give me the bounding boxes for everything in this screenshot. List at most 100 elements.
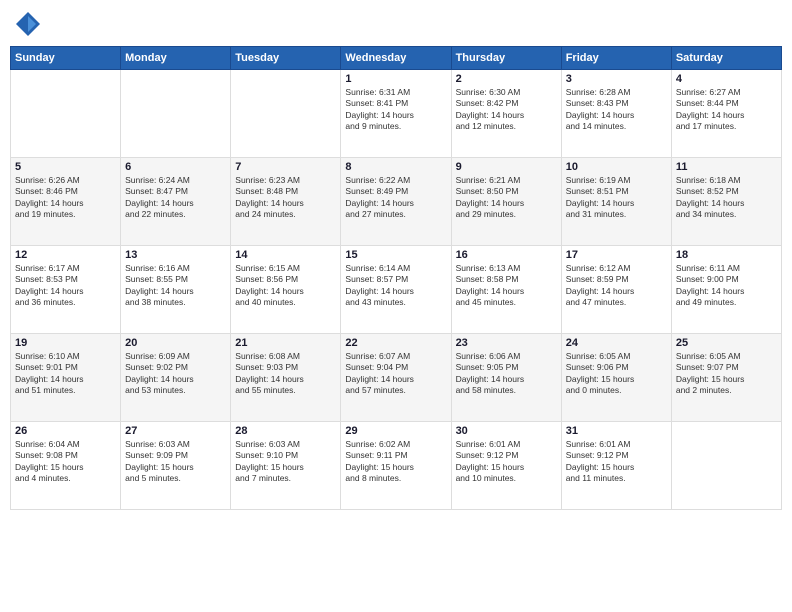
day-number: 16 [456,249,557,261]
cell-content: Sunrise: 6:02 AM Sunset: 9:11 PM Dayligh… [345,439,446,485]
cell-content: Sunrise: 6:05 AM Sunset: 9:06 PM Dayligh… [566,351,667,397]
cell-content: Sunrise: 6:17 AM Sunset: 8:53 PM Dayligh… [15,263,116,309]
cell-content: Sunrise: 6:23 AM Sunset: 8:48 PM Dayligh… [235,175,336,221]
day-number: 3 [566,73,667,85]
calendar-cell: 31Sunrise: 6:01 AM Sunset: 9:12 PM Dayli… [561,422,671,510]
calendar-week-4: 19 Sunrise: 6:10 AM Sunset: 9:01 PM Dayli… [11,334,782,422]
calendar-cell: 19 Sunrise: 6:10 AM Sunset: 9:01 PM Dayli… [11,334,121,422]
day-number: 13 [125,249,226,261]
day-number: 6 [125,161,226,173]
day-number: 11 [676,161,777,173]
calendar-cell: 18 Sunrise: 6:11 AM Sunset: 9:00 PM Dayli… [671,246,781,334]
calendar-cell: 3 Sunrise: 6:28 AM Sunset: 8:43 PM Daylig… [561,70,671,158]
calendar-cell: 29 Sunrise: 6:02 AM Sunset: 9:11 PM Dayli… [341,422,451,510]
calendar-cell: 24 Sunrise: 6:05 AM Sunset: 9:06 PM Dayli… [561,334,671,422]
day-number: 18 [676,249,777,261]
cell-content: Sunrise: 6:03 AM Sunset: 9:09 PM Dayligh… [125,439,226,485]
cell-content: Sunrise: 6:24 AM Sunset: 8:47 PM Dayligh… [125,175,226,221]
calendar-cell: 17 Sunrise: 6:12 AM Sunset: 8:59 PM Dayli… [561,246,671,334]
calendar-cell: 11Sunrise: 6:18 AM Sunset: 8:52 PM Dayli… [671,158,781,246]
calendar-cell: 1 Sunrise: 6:31 AM Sunset: 8:41 PM Daylig… [341,70,451,158]
calendar: SundayMondayTuesdayWednesdayThursdayFrid… [10,46,782,510]
calendar-cell [11,70,121,158]
cell-content: Sunrise: 6:01 AM Sunset: 9:12 PM Dayligh… [566,439,667,485]
cell-content: Sunrise: 6:21 AM Sunset: 8:50 PM Dayligh… [456,175,557,221]
cell-content: Sunrise: 6:13 AM Sunset: 8:58 PM Dayligh… [456,263,557,309]
day-of-week-tuesday: Tuesday [231,47,341,70]
day-number: 28 [235,425,336,437]
calendar-cell [121,70,231,158]
cell-content: Sunrise: 6:26 AM Sunset: 8:46 PM Dayligh… [15,175,116,221]
day-number: 27 [125,425,226,437]
cell-content: Sunrise: 6:03 AM Sunset: 9:10 PM Dayligh… [235,439,336,485]
day-number: 7 [235,161,336,173]
calendar-cell: 12 Sunrise: 6:17 AM Sunset: 8:53 PM Dayli… [11,246,121,334]
calendar-cell: 27 Sunrise: 6:03 AM Sunset: 9:09 PM Dayli… [121,422,231,510]
day-number: 23 [456,337,557,349]
day-number: 20 [125,337,226,349]
calendar-cell: 10 Sunrise: 6:19 AM Sunset: 8:51 PM Dayli… [561,158,671,246]
cell-content: Sunrise: 6:22 AM Sunset: 8:49 PM Dayligh… [345,175,446,221]
cell-content: Sunrise: 6:09 AM Sunset: 9:02 PM Dayligh… [125,351,226,397]
day-number: 2 [456,73,557,85]
cell-content: Sunrise: 6:28 AM Sunset: 8:43 PM Dayligh… [566,87,667,133]
day-number: 12 [15,249,116,261]
day-number: 26 [15,425,116,437]
day-of-week-monday: Monday [121,47,231,70]
cell-content: Sunrise: 6:04 AM Sunset: 9:08 PM Dayligh… [15,439,116,485]
day-of-week-thursday: Thursday [451,47,561,70]
day-number: 25 [676,337,777,349]
calendar-cell: 13 Sunrise: 6:16 AM Sunset: 8:55 PM Dayli… [121,246,231,334]
day-of-week-wednesday: Wednesday [341,47,451,70]
calendar-week-5: 26 Sunrise: 6:04 AM Sunset: 9:08 PM Dayli… [11,422,782,510]
cell-content: Sunrise: 6:11 AM Sunset: 9:00 PM Dayligh… [676,263,777,309]
day-number: 22 [345,337,446,349]
day-number: 17 [566,249,667,261]
calendar-cell: 30 Sunrise: 6:01 AM Sunset: 9:12 PM Dayli… [451,422,561,510]
calendar-cell: 26 Sunrise: 6:04 AM Sunset: 9:08 PM Dayli… [11,422,121,510]
cell-content: Sunrise: 6:14 AM Sunset: 8:57 PM Dayligh… [345,263,446,309]
cell-content: Sunrise: 6:07 AM Sunset: 9:04 PM Dayligh… [345,351,446,397]
calendar-cell: 5 Sunrise: 6:26 AM Sunset: 8:46 PM Daylig… [11,158,121,246]
day-number: 1 [345,73,446,85]
day-number: 10 [566,161,667,173]
calendar-cell: 9 Sunrise: 6:21 AM Sunset: 8:50 PM Daylig… [451,158,561,246]
calendar-cell: 25 Sunrise: 6:05 AM Sunset: 9:07 PM Dayli… [671,334,781,422]
page: SundayMondayTuesdayWednesdayThursdayFrid… [0,0,792,612]
day-number: 29 [345,425,446,437]
calendar-cell: 6 Sunrise: 6:24 AM Sunset: 8:47 PM Daylig… [121,158,231,246]
day-number: 30 [456,425,557,437]
cell-content: Sunrise: 6:16 AM Sunset: 8:55 PM Dayligh… [125,263,226,309]
logo [14,10,46,38]
day-of-week-friday: Friday [561,47,671,70]
cell-content: Sunrise: 6:01 AM Sunset: 9:12 PM Dayligh… [456,439,557,485]
calendar-cell: 21Sunrise: 6:08 AM Sunset: 9:03 PM Dayli… [231,334,341,422]
calendar-cell: 28 Sunrise: 6:03 AM Sunset: 9:10 PM Dayli… [231,422,341,510]
calendar-cell: 2Sunrise: 6:30 AM Sunset: 8:42 PM Daylig… [451,70,561,158]
calendar-cell: 16 Sunrise: 6:13 AM Sunset: 8:58 PM Dayli… [451,246,561,334]
calendar-week-3: 12 Sunrise: 6:17 AM Sunset: 8:53 PM Dayli… [11,246,782,334]
day-number: 21 [235,337,336,349]
cell-content: Sunrise: 6:12 AM Sunset: 8:59 PM Dayligh… [566,263,667,309]
day-number: 14 [235,249,336,261]
day-number: 15 [345,249,446,261]
cell-content: Sunrise: 6:27 AM Sunset: 8:44 PM Dayligh… [676,87,777,133]
day-number: 9 [456,161,557,173]
day-number: 24 [566,337,667,349]
cell-content: Sunrise: 6:15 AM Sunset: 8:56 PM Dayligh… [235,263,336,309]
calendar-cell: 8 Sunrise: 6:22 AM Sunset: 8:49 PM Daylig… [341,158,451,246]
day-of-week-sunday: Sunday [11,47,121,70]
cell-content: Sunrise: 6:31 AM Sunset: 8:41 PM Dayligh… [345,87,446,133]
cell-content: Sunrise: 6:19 AM Sunset: 8:51 PM Dayligh… [566,175,667,221]
day-of-week-saturday: Saturday [671,47,781,70]
cell-content: Sunrise: 6:10 AM Sunset: 9:01 PM Dayligh… [15,351,116,397]
day-number: 19 [15,337,116,349]
calendar-cell: 4 Sunrise: 6:27 AM Sunset: 8:44 PM Daylig… [671,70,781,158]
day-number: 4 [676,73,777,85]
day-number: 5 [15,161,116,173]
cell-content: Sunrise: 6:05 AM Sunset: 9:07 PM Dayligh… [676,351,777,397]
cell-content: Sunrise: 6:06 AM Sunset: 9:05 PM Dayligh… [456,351,557,397]
calendar-cell [231,70,341,158]
day-number: 8 [345,161,446,173]
calendar-cell [671,422,781,510]
